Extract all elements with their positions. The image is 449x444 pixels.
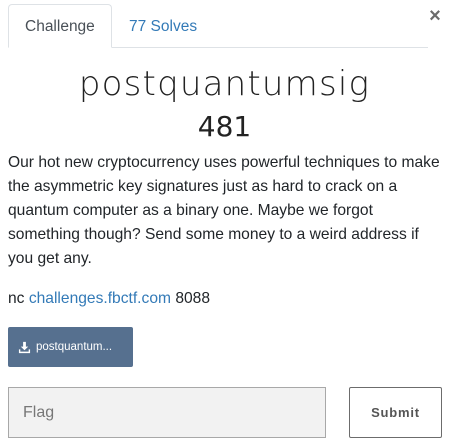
tab-bar: Challenge 77 Solves bbox=[8, 4, 428, 48]
tab-challenge[interactable]: Challenge bbox=[8, 4, 112, 48]
file-name: postquantum... bbox=[36, 341, 113, 353]
flag-input[interactable] bbox=[8, 387, 326, 438]
file-download-button[interactable]: postquantum... bbox=[8, 327, 133, 367]
connection-host-link[interactable]: challenges.fbctf.com bbox=[29, 290, 171, 307]
challenge-modal: × Challenge 77 Solves postquantumsig 481… bbox=[0, 0, 449, 444]
close-icon[interactable]: × bbox=[427, 5, 443, 27]
connection-port: 8088 bbox=[175, 290, 211, 307]
challenge-name: postquantumsig bbox=[78, 64, 371, 104]
connection-prefix: nc bbox=[8, 290, 25, 307]
challenge-value: 481 bbox=[197, 110, 252, 143]
connection-info: nc challenges.fbctf.com 8088 bbox=[8, 287, 445, 311]
challenge-description: Our hot new cryptocurrency uses powerful… bbox=[8, 154, 440, 267]
download-icon bbox=[18, 341, 31, 353]
submit-button[interactable]: Submit bbox=[349, 387, 442, 438]
tab-solves[interactable]: 77 Solves bbox=[112, 4, 214, 47]
